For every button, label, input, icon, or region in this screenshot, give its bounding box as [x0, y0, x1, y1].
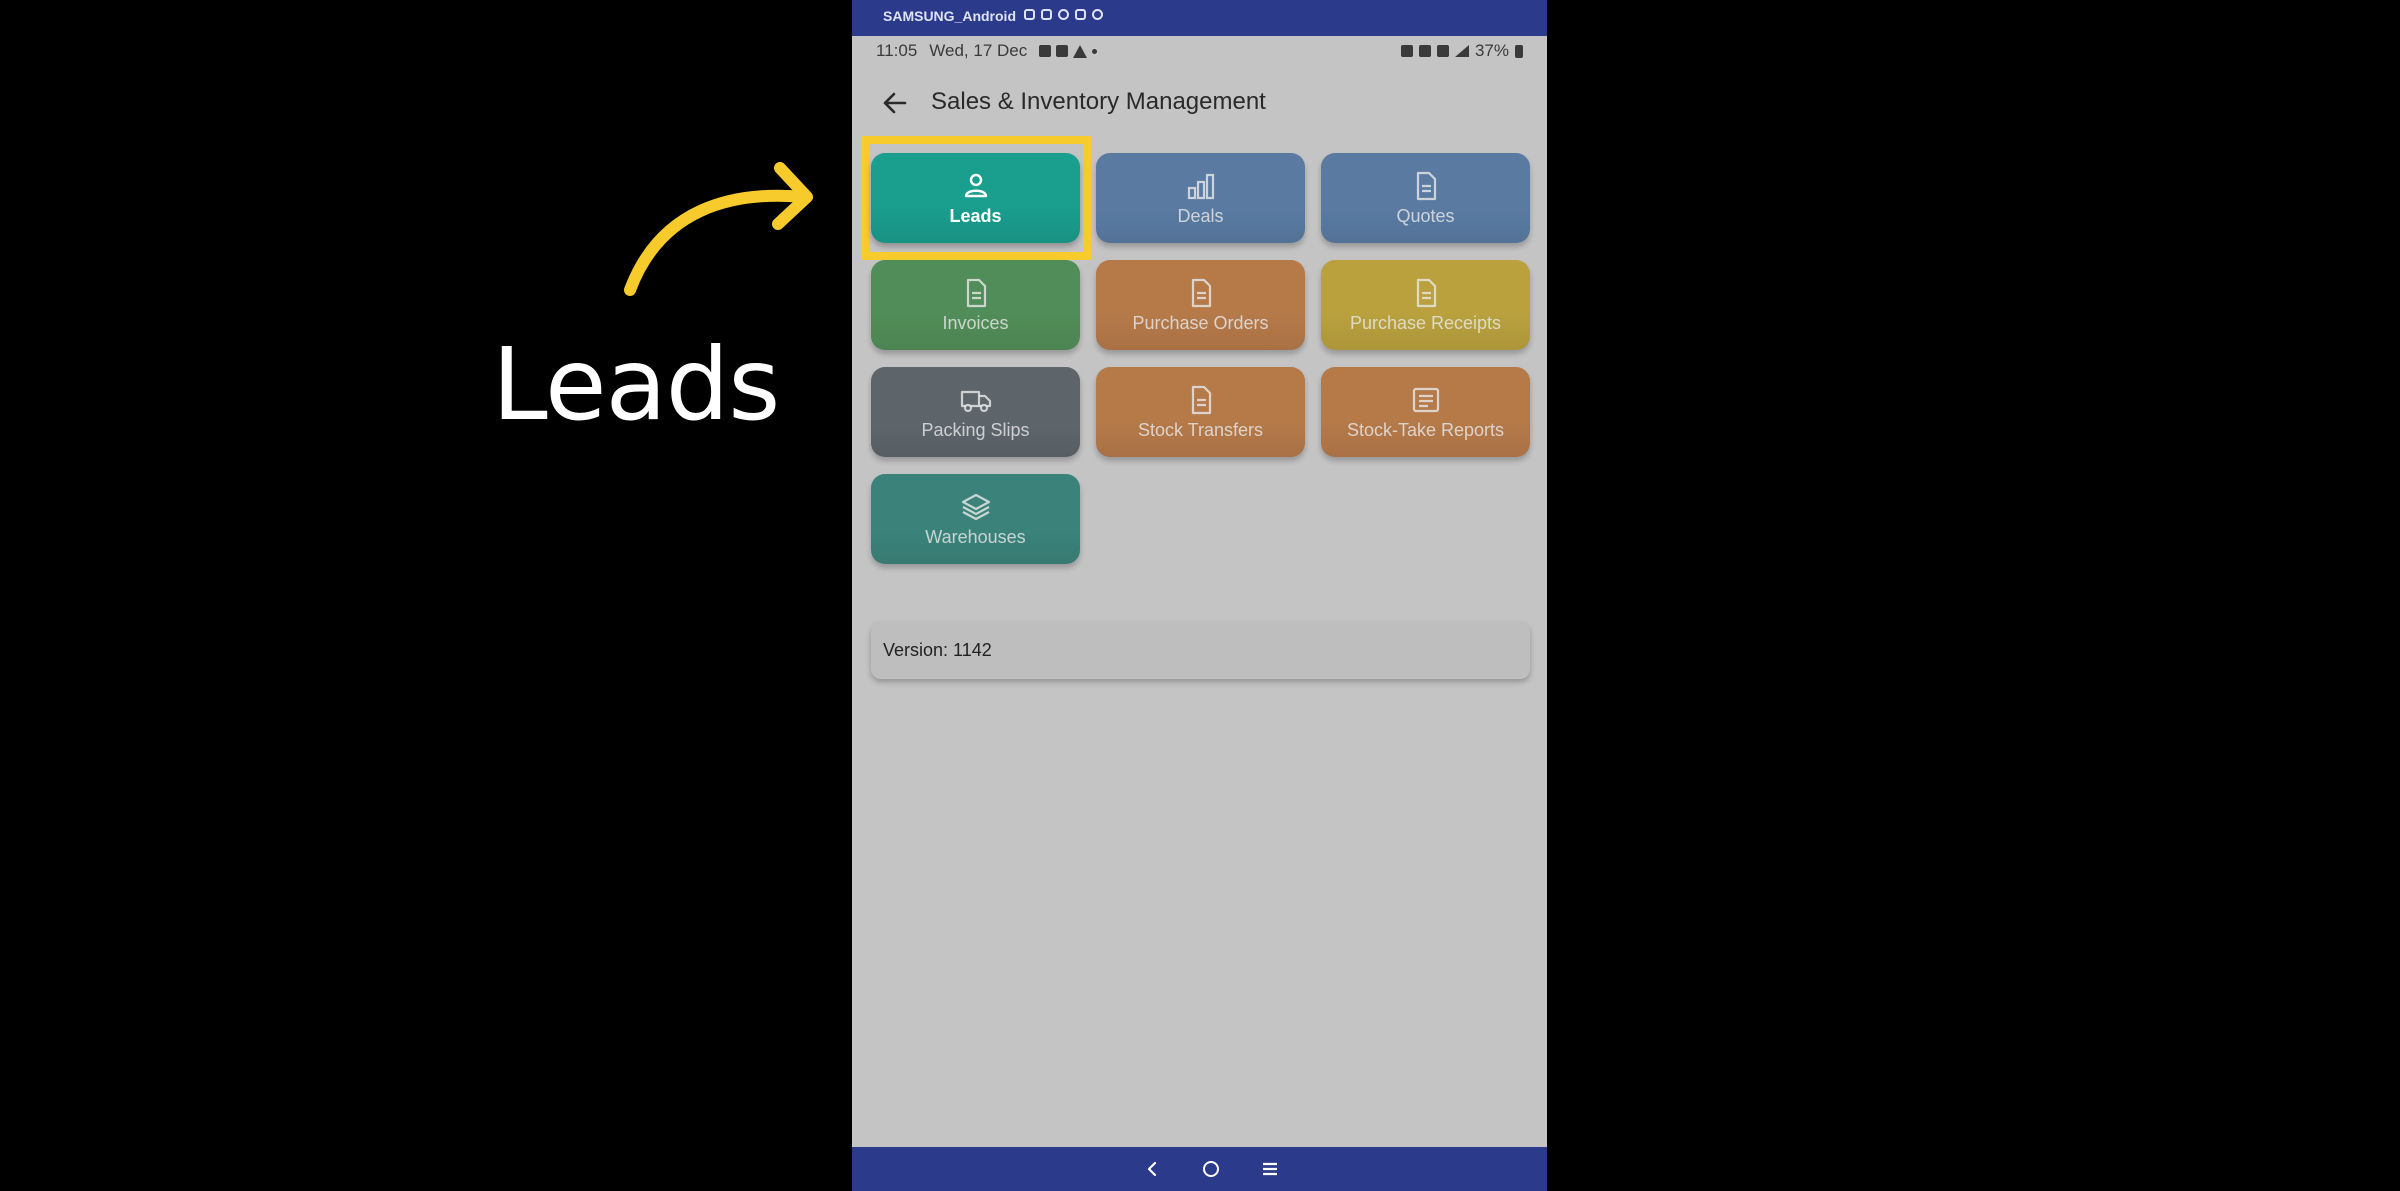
gear-icon[interactable] — [1092, 9, 1103, 20]
video-icon[interactable] — [1041, 9, 1052, 20]
mute-icon — [1400, 45, 1413, 57]
tile-invoices[interactable]: Invoices — [871, 260, 1080, 350]
tile-label: Packing Slips — [921, 419, 1030, 440]
tile-quotes[interactable]: Quotes — [1321, 153, 1530, 243]
document-icon — [1191, 385, 1211, 414]
tile-deals[interactable]: Deals — [1096, 153, 1305, 243]
dot-icon — [1092, 48, 1098, 54]
fullscreen-icon[interactable] — [1075, 9, 1086, 20]
arrow-left-icon — [883, 92, 907, 114]
status-bar: 11:05 Wed, 17 Dec 37% — [852, 36, 1547, 64]
location-icon — [1418, 45, 1431, 57]
battery-percent: 37% — [1474, 41, 1509, 60]
checklist-icon — [1412, 387, 1439, 412]
link-icon — [1039, 45, 1052, 57]
app-bar: Sales & Inventory Management — [852, 70, 1547, 134]
annotation-arrow-icon — [624, 162, 813, 296]
tile-label: Quotes — [1396, 205, 1455, 226]
document-icon — [1191, 278, 1211, 307]
tile-stock-take-reports[interactable]: Stock-Take Reports — [1321, 367, 1530, 457]
nav-home-button[interactable] — [1198, 1157, 1224, 1181]
annotation-caption: Leads — [492, 326, 780, 443]
home-circle-icon — [1203, 1161, 1219, 1177]
document-icon — [1416, 278, 1436, 307]
tile-packing-slips[interactable]: Packing Slips — [871, 367, 1080, 457]
tile-label: Leads — [949, 205, 1002, 226]
camera-icon[interactable] — [1024, 9, 1035, 20]
tile-label: Purchase Receipts — [1349, 312, 1502, 333]
nav-back-button[interactable] — [1139, 1157, 1165, 1181]
tile-leads[interactable]: Leads — [871, 153, 1080, 243]
tile-label: Warehouses — [925, 526, 1026, 547]
bar-chart-icon — [1187, 173, 1214, 199]
tile-label: Stock-Take Reports — [1346, 419, 1505, 440]
window-title: SAMSUNG_Android — [883, 8, 1016, 24]
document-icon — [966, 278, 986, 307]
status-time: 11:05 — [876, 41, 918, 60]
window-titlebar: SAMSUNG_Android — [852, 0, 1547, 36]
tile-purchase-receipts[interactable]: Purchase Receipts — [1321, 260, 1530, 350]
document-icon — [1416, 171, 1436, 200]
device-screen: SAMSUNG_Android 11:05 Wed, 17 Dec 37% Sa… — [852, 0, 1547, 1191]
menu-lines-icon — [1263, 1162, 1277, 1176]
version-card: Version: 1142 — [871, 622, 1530, 679]
nav-recents-button[interactable] — [1257, 1157, 1283, 1181]
layers-icon — [961, 493, 990, 520]
warning-icon — [1073, 44, 1088, 58]
status-date: Wed, 17 Dec — [929, 41, 1028, 60]
truck-icon — [960, 390, 991, 412]
tile-label: Deals — [1177, 205, 1224, 226]
chevron-left-icon — [1147, 1161, 1157, 1177]
back-button[interactable] — [878, 86, 912, 120]
tile-label: Purchase Orders — [1132, 312, 1269, 333]
headset-icon[interactable] — [1058, 9, 1069, 20]
version-text: Version: 1142 — [883, 640, 992, 660]
lte-icon — [1436, 45, 1449, 57]
tile-warehouses[interactable]: Warehouses — [871, 474, 1080, 564]
tile-label: Invoices — [942, 312, 1009, 333]
signal-icon — [1454, 45, 1469, 57]
system-nav-bar — [852, 1147, 1547, 1191]
tile-stock-transfers[interactable]: Stock Transfers — [1096, 367, 1305, 457]
page-title: Sales & Inventory Management — [931, 88, 1266, 115]
tile-label: Stock Transfers — [1137, 419, 1264, 440]
tile-purchase-orders[interactable]: Purchase Orders — [1096, 260, 1305, 350]
person-icon — [964, 173, 987, 197]
sim-icon — [1056, 45, 1069, 57]
window-tools — [1024, 9, 1103, 20]
battery-icon — [1515, 44, 1523, 58]
